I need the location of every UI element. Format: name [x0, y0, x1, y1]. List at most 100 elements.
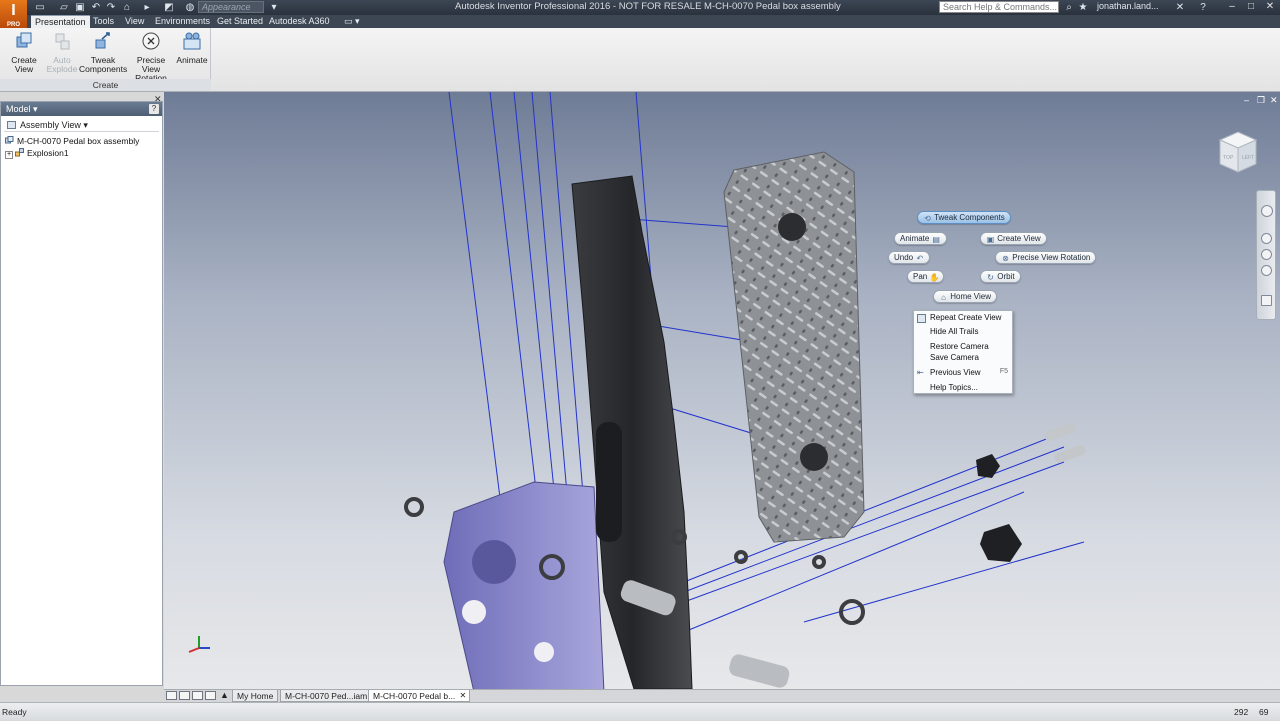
ctx-repeat-create-view[interactable]: Repeat Create View [930, 313, 1001, 323]
viewport-close-button[interactable]: ✕ [1270, 95, 1278, 106]
tab-environments[interactable]: Environments [151, 15, 214, 28]
graphics-viewport[interactable]: – ❐ ✕ [164, 92, 1280, 689]
viewcube-icon: TOP LEFT [1218, 131, 1258, 173]
tab-presentation[interactable]: Presentation [31, 15, 90, 28]
tree-expand-icon[interactable]: + [5, 151, 13, 159]
marking-animate[interactable]: Animate ▤ [894, 232, 947, 245]
document-menu-icon[interactable]: ▲ [220, 690, 229, 700]
exchange-icon[interactable]: ✕ [1174, 2, 1186, 13]
assembly-view-selector[interactable]: Assembly View ▾ [4, 118, 159, 132]
open-folder-icon[interactable]: ▱ [58, 2, 70, 13]
screw-1[interactable] [1043, 422, 1076, 442]
orbit-icon: ↻ [987, 273, 994, 282]
help-search-input[interactable]: Search Help & Commands... [939, 1, 1059, 13]
steering-wheel-icon[interactable] [1261, 205, 1273, 217]
close-button[interactable]: ✕ [1263, 1, 1277, 13]
doc-tab-my-home[interactable]: My Home [232, 690, 279, 702]
create-view-button[interactable]: Create View [2, 30, 46, 74]
marking-undo[interactable]: Undo ↶ [888, 251, 931, 264]
ctx-restore-camera[interactable]: Restore Camera [930, 342, 989, 352]
search-icon[interactable]: ⌕ [1063, 2, 1075, 13]
redo-icon[interactable]: ↷ [105, 2, 117, 13]
assembly-icon [5, 136, 14, 144]
appearance-icon[interactable]: ◍ [184, 2, 196, 13]
tab-autodesk-a360[interactable]: Autodesk A360 [265, 15, 334, 28]
new-file-icon[interactable]: ▭ [34, 2, 46, 13]
ctx-save-camera[interactable]: Save Camera [930, 353, 979, 363]
home-icon[interactable]: ⌂ [121, 2, 133, 13]
animate-button[interactable]: Animate [175, 30, 209, 65]
tab-tools[interactable]: Tools [89, 15, 118, 28]
marking-create-view[interactable]: ▣ Create View [980, 232, 1047, 245]
tab-view[interactable]: View [121, 15, 148, 28]
create-view-icon: ▣ [986, 235, 995, 244]
panel-toggle-icon[interactable]: ▭ ▾ [340, 15, 364, 28]
auto-explode-button[interactable]: Auto Explode [46, 30, 78, 74]
favorites-star-icon[interactable]: ★ [1077, 2, 1089, 13]
screw-2[interactable] [1053, 444, 1086, 464]
minimize-button[interactable]: – [1225, 1, 1239, 13]
marking-home-view[interactable]: ⌂ Home View [933, 290, 997, 303]
update-icon[interactable]: ◩ [163, 2, 175, 13]
arrange-icon[interactable] [192, 691, 203, 700]
tree-item-assembly[interactable]: M-CH-0070 Pedal box assembly [5, 136, 139, 147]
doc-tab-assembly-iam[interactable]: M-CH-0070 Ped...iam [280, 690, 373, 702]
ctx-hide-all-trails[interactable]: Hide All Trails [930, 327, 978, 337]
look-at-icon[interactable] [1261, 295, 1272, 306]
window-title: Autodesk Inventor Professional 2016 - NO… [455, 1, 841, 12]
title-bar: I PRO ▭ ▱ ▣ ↶ ↷ ⌂ ▸ ◩ ◍ Appearance ▾ Auto… [0, 0, 1280, 28]
appearance-dropdown-icon[interactable]: ▾ [268, 2, 280, 13]
precise-view-rotation-button[interactable]: Precise View Rotation [128, 30, 174, 83]
undo-icon[interactable]: ↶ [90, 2, 102, 13]
user-account[interactable]: jonathan.land... [1097, 1, 1159, 11]
pedal-tread-plate[interactable] [723, 151, 865, 543]
ctx-previous-view-shortcut: F5 [999, 368, 1008, 375]
viewcube[interactable]: TOP LEFT [1214, 128, 1262, 176]
pedal-box-bracket[interactable] [443, 481, 605, 689]
ctx-previous-view[interactable]: Previous View [930, 368, 981, 378]
axis-triad [188, 636, 210, 653]
appearance-select[interactable]: Appearance [198, 1, 264, 13]
tweak-components-button[interactable]: Tweak Components [79, 30, 127, 74]
marking-tweak-components[interactable]: ⟲ Tweak Components [917, 211, 1011, 224]
hex-nut-large[interactable] [980, 524, 1022, 562]
app-logo[interactable]: I PRO [0, 0, 27, 28]
status-count-a: 292 [1234, 707, 1249, 717]
tile-icon[interactable] [166, 691, 177, 700]
viewcube-top-face-label: TOP [1223, 155, 1234, 161]
browser-help-icon[interactable]: ? [149, 104, 159, 114]
viewport-restore-button[interactable]: ❐ [1257, 95, 1265, 106]
viewport-minimize-button[interactable]: – [1244, 95, 1249, 105]
document-tab-bar: ▲ My Home M-CH-0070 Ped...iam M-CH-0070 … [164, 689, 1280, 702]
orbit-icon[interactable] [1261, 265, 1272, 276]
assembly-view-icon [7, 121, 16, 129]
help-icon[interactable]: ? [1197, 2, 1209, 13]
ctx-help-topics[interactable]: Help Topics... [930, 383, 978, 393]
pan-hand-icon: ✋ [929, 273, 940, 282]
exploded-assembly-scene [188, 92, 1086, 689]
marking-orbit[interactable]: ↻ Orbit [980, 270, 1021, 283]
zoom-icon[interactable] [1261, 249, 1272, 260]
select-icon[interactable]: ▸ [141, 2, 153, 13]
tab-get-started[interactable]: Get Started [213, 15, 267, 28]
marking-pan[interactable]: Pan ✋ [907, 270, 945, 283]
hex-nut-small[interactable] [976, 454, 1000, 478]
viewcube-left-face-label: LEFT [1242, 155, 1254, 161]
document-list-icon[interactable] [205, 691, 216, 700]
status-count-b: 69 [1259, 707, 1269, 717]
maximize-button[interactable]: □ [1244, 1, 1258, 13]
doc-tab-presentation[interactable]: M-CH-0070 Pedal b... ✕ [368, 690, 471, 702]
ribbon-tab-bar: Presentation Tools View Environments Get… [0, 15, 1280, 28]
marking-precise-view-rotation[interactable]: ⊗ Precise View Rotation [995, 251, 1097, 264]
doc-tab-close-icon[interactable]: ✕ [460, 690, 467, 702]
animate-icon: ▤ [932, 235, 940, 244]
cascade-icon[interactable] [179, 691, 190, 700]
model-browser: ✕ Model ▾ ? Assembly View ▾ M-CH-0070 Pe… [0, 94, 163, 686]
previous-view-icon: ⇤ [917, 368, 924, 377]
tree-item-explosion[interactable]: + Explosion1 [5, 148, 69, 159]
bolt-2[interactable] [727, 653, 791, 689]
save-icon[interactable]: ▣ [74, 2, 86, 13]
pan-icon[interactable] [1261, 233, 1272, 244]
browser-header[interactable]: Model ▾ ? [1, 102, 162, 116]
precise-view-rotation-icon [142, 32, 160, 50]
